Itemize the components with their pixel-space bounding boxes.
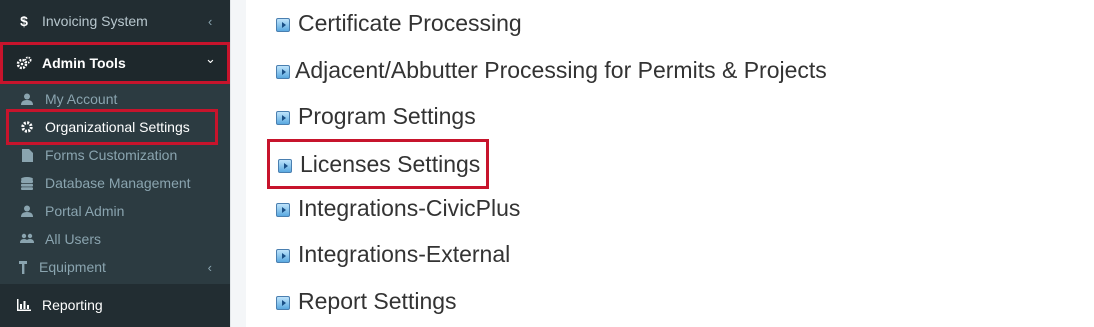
link-licenses-settings[interactable]: Licenses Settings [267, 139, 490, 189]
arrow-bullet-icon [276, 65, 290, 79]
sidebar-item-label: Organizational Settings [45, 119, 190, 135]
chevron-left-icon: ‹ [208, 13, 213, 29]
sidebar-item-label: Forms Customization [45, 147, 178, 163]
arrow-bullet-icon [276, 249, 290, 263]
admin-tools-submenu: My Account Organizational Settings Forms… [0, 84, 230, 284]
sidebar-item-label: Portal Admin [45, 203, 125, 219]
arrow-bullet-icon [276, 296, 290, 310]
bar-chart-icon [16, 299, 32, 311]
sidebar-item-label: Admin Tools [42, 55, 126, 71]
link-integrations-civicplus[interactable]: Integrations-CivicPlus [276, 188, 520, 228]
gear-icon [20, 121, 34, 133]
sidebar-item-invoicing-system[interactable]: $ Invoicing System ‹ [0, 0, 230, 42]
tools-icon [16, 260, 30, 274]
sidebar-item-label: Invoicing System [42, 13, 148, 29]
link-label: Adjacent/Abbutter Processing for Permits… [295, 56, 827, 83]
sidebar-item-forms-customization[interactable]: Forms Customization [0, 141, 230, 169]
link-label: Program Settings [298, 102, 476, 129]
link-certificate-processing[interactable]: Certificate Processing [276, 3, 522, 43]
chevron-left-icon: ‹ [207, 259, 212, 275]
gears-icon [16, 56, 32, 70]
arrow-bullet-icon [278, 159, 292, 173]
user-icon [20, 205, 34, 217]
sidebar-item-reporting[interactable]: Reporting [0, 284, 230, 326]
file-icon [20, 148, 34, 162]
user-icon [20, 93, 34, 105]
users-icon [20, 233, 34, 245]
settings-link-list: Certificate Processing Adjacent/Abbutter… [246, 0, 1094, 327]
sidebar-item-label: My Account [45, 91, 118, 107]
sidebar-item-label: Reporting [42, 297, 103, 313]
content-divider [230, 0, 247, 327]
link-label: Report Settings [298, 287, 457, 314]
link-report-settings[interactable]: Report Settings [276, 281, 457, 321]
chevron-down-icon: ⌄ [205, 51, 216, 66]
dollar-icon: $ [20, 13, 28, 29]
link-integrations-external[interactable]: Integrations-External [276, 234, 510, 274]
sidebar-item-equipment[interactable]: Equipment ‹ [0, 253, 230, 281]
link-program-settings[interactable]: Program Settings [276, 96, 476, 136]
database-icon [20, 176, 34, 190]
arrow-bullet-icon [276, 203, 290, 217]
sidebar-item-admin-tools[interactable]: Admin Tools ⌄ [0, 42, 230, 84]
sidebar: $ Invoicing System ‹ Admin Tools ⌄ My Ac… [0, 0, 230, 327]
link-label: Certificate Processing [298, 9, 522, 36]
arrow-bullet-icon [276, 18, 290, 32]
sidebar-item-label: Equipment [39, 259, 106, 275]
sidebar-item-portal-admin[interactable]: Portal Admin [0, 197, 230, 225]
sidebar-item-organizational-settings[interactable]: Organizational Settings [6, 109, 218, 145]
sidebar-item-label: All Users [45, 231, 102, 247]
sidebar-item-database-management[interactable]: Database Management [0, 169, 230, 197]
link-adjacent-abbutter-processing[interactable]: Adjacent/Abbutter Processing for Permits… [276, 50, 827, 90]
link-label: Licenses Settings [300, 150, 481, 177]
sidebar-item-all-users[interactable]: All Users [0, 225, 230, 253]
arrow-bullet-icon [276, 111, 290, 125]
link-label: Integrations-External [298, 240, 511, 267]
link-label: Integrations-CivicPlus [298, 194, 521, 221]
sidebar-item-label: Database Management [45, 175, 191, 191]
